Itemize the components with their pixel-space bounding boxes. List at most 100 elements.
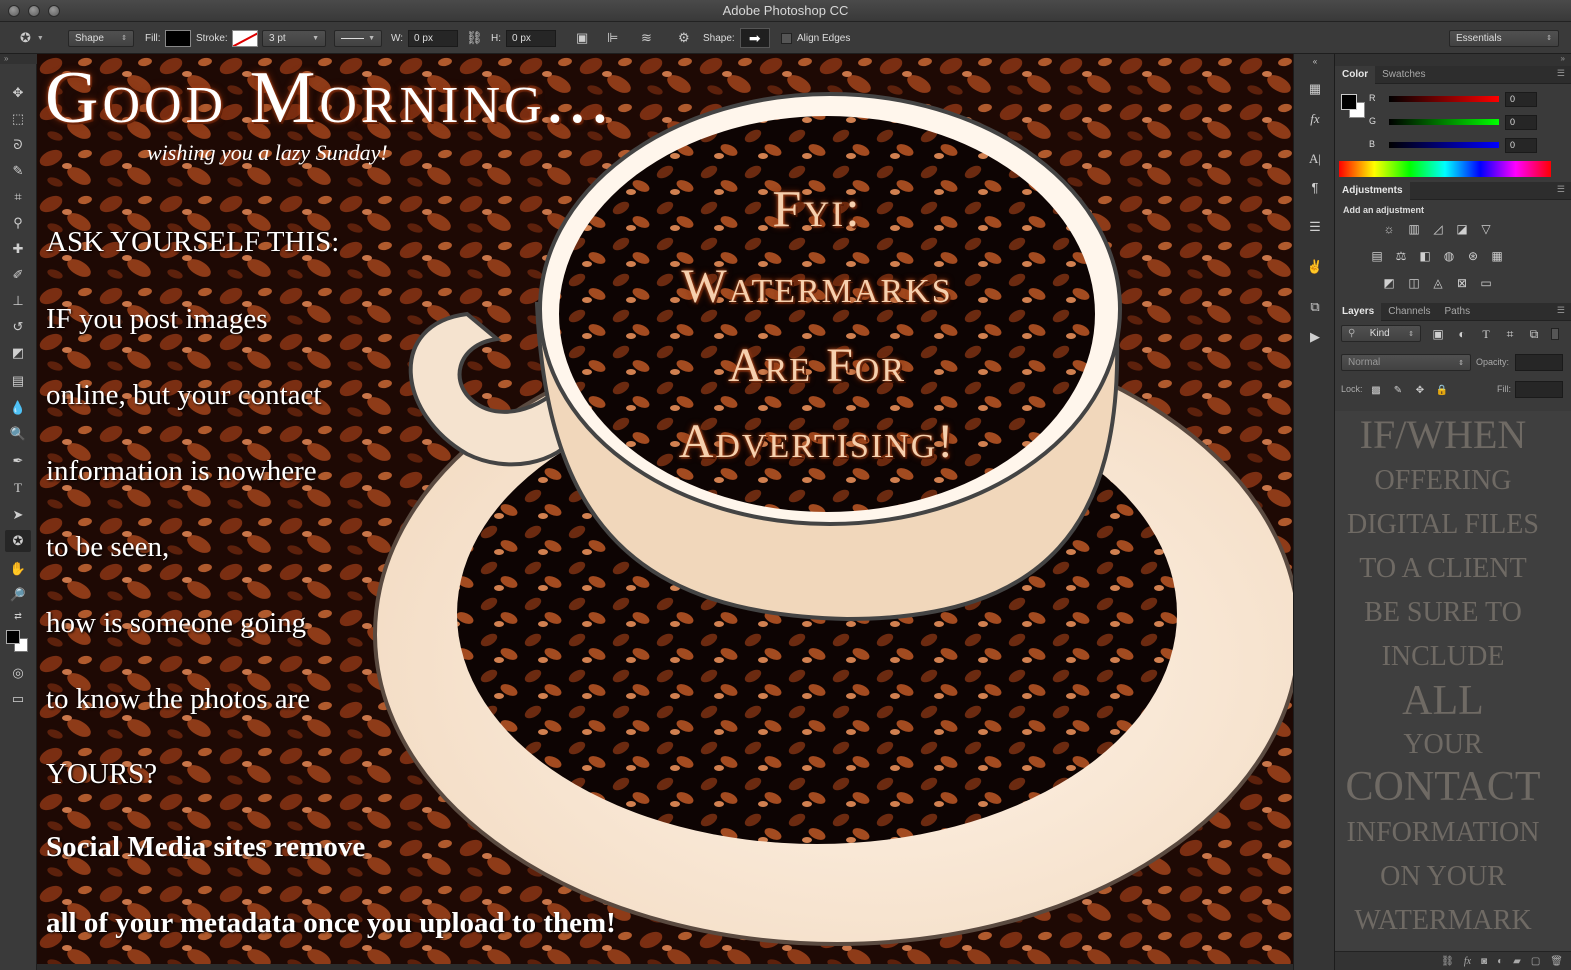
pen-tool-icon[interactable]: ✒ <box>5 450 31 472</box>
blend-mode-dropdown[interactable]: Normal ⇕ <box>1341 354 1471 371</box>
opacity-input[interactable] <box>1515 354 1563 371</box>
red-value-input[interactable]: 0 <box>1505 92 1537 107</box>
adjustment-layer-filter-icon[interactable]: ◐ <box>1453 326 1471 342</box>
custom-shape-tool-icon[interactable]: ✪ <box>5 530 31 552</box>
channel-mixer-icon[interactable]: ⊛ <box>1464 248 1482 264</box>
dodge-tool-icon[interactable]: 🔍 <box>5 423 31 445</box>
tab-color[interactable]: Color <box>1335 66 1376 84</box>
eyedropper-tool-icon[interactable]: ⚲ <box>5 212 31 234</box>
tab-layers[interactable]: Layers <box>1335 303 1382 321</box>
stroke-type-dropdown[interactable]: ▼ <box>334 29 382 47</box>
black-white-icon[interactable]: ◧ <box>1416 248 1434 264</box>
panel-menu-icon[interactable]: ☰ <box>1557 305 1565 316</box>
tool-mode-dropdown[interactable]: Shape ⇕ <box>68 29 134 47</box>
color-panel-swatches[interactable] <box>1341 94 1367 120</box>
move-tool-icon[interactable]: ✥ <box>5 82 31 104</box>
eraser-tool-icon[interactable]: ◩ <box>5 342 31 364</box>
screen-mode-icon[interactable]: ▭ <box>5 688 31 710</box>
hand-tool-icon[interactable]: ✋ <box>5 558 31 580</box>
tab-paths[interactable]: Paths <box>1438 303 1478 321</box>
red-slider[interactable] <box>1389 96 1499 102</box>
lock-position-icon[interactable]: ✥ <box>1411 382 1429 398</box>
fill-input[interactable] <box>1515 381 1563 398</box>
document-canvas[interactable]: Good Morning... wishing you a lazy Sunda… <box>37 54 1293 964</box>
group-folder-icon[interactable]: ▰ <box>1513 956 1521 967</box>
lock-transparent-pixels-icon[interactable]: ▩ <box>1367 382 1385 398</box>
shape-layer-filter-icon[interactable]: ⌗ <box>1501 326 1519 342</box>
brush-tool-icon[interactable]: ✐ <box>5 264 31 286</box>
gradient-map-icon[interactable]: ▭ <box>1477 275 1495 291</box>
color-lookup-icon[interactable]: ▦ <box>1488 248 1506 264</box>
tool-preset-picker[interactable]: ✪ ▼ <box>20 22 44 54</box>
layer-style-icon[interactable]: fx <box>1464 956 1471 967</box>
smart-object-filter-icon[interactable]: ⧉ <box>1525 326 1543 342</box>
lasso-tool-icon[interactable]: ᘐ <box>5 134 31 156</box>
type-layer-filter-icon[interactable]: T <box>1477 326 1495 342</box>
marquee-tool-icon[interactable]: ⬚ <box>5 108 31 130</box>
foreground-color-swatch[interactable] <box>1341 94 1357 110</box>
stroke-swatch[interactable] <box>231 29 258 47</box>
toolbar-collapse-toggle[interactable]: » <box>0 54 37 64</box>
pixel-layer-filter-icon[interactable]: ▣ <box>1429 326 1447 342</box>
hue-saturation-icon[interactable]: ▤ <box>1368 248 1386 264</box>
filter-toggle[interactable] <box>1551 328 1559 340</box>
color-balance-icon[interactable]: ⚖ <box>1392 248 1410 264</box>
quick-mask-icon[interactable]: ◎ <box>5 662 31 684</box>
green-value-input[interactable]: 0 <box>1505 115 1537 130</box>
brightness-contrast-icon[interactable]: ☼ <box>1380 221 1398 237</box>
actions-panel-icon[interactable]: ▶ <box>1305 328 1325 346</box>
link-layers-icon[interactable]: ⛓ <box>1441 956 1454 967</box>
blue-value-input[interactable]: 0 <box>1505 138 1537 153</box>
history-panel-icon[interactable]: ▦ <box>1305 80 1325 98</box>
layer-filter-dropdown[interactable]: ⚲ Kind ⇕ <box>1341 325 1421 342</box>
panel-menu-icon[interactable]: ☰ <box>1557 184 1565 195</box>
zoom-tool-icon[interactable]: 🔎 <box>5 584 31 606</box>
quick-selection-tool-icon[interactable]: ✎ <box>5 160 31 182</box>
levels-icon[interactable]: ▥ <box>1405 221 1423 237</box>
character-panel-icon[interactable]: A| <box>1305 150 1325 168</box>
gear-icon[interactable]: ⚙ <box>678 30 690 46</box>
blur-tool-icon[interactable]: 💧 <box>5 397 31 419</box>
type-tool-icon[interactable]: T <box>5 477 31 499</box>
tab-adjustments[interactable]: Adjustments <box>1335 182 1410 200</box>
collapse-panels-toggle[interactable]: » <box>1335 54 1571 66</box>
history-brush-tool-icon[interactable]: ↺ <box>5 316 31 338</box>
height-input[interactable]: 0 px <box>506 29 556 47</box>
threshold-icon[interactable]: ◬ <box>1429 275 1447 291</box>
path-alignment-icon[interactable]: ⊫ <box>607 30 618 46</box>
properties-panel-icon[interactable]: ☰ <box>1305 218 1325 236</box>
workspace-dropdown[interactable]: Essentials ⇕ <box>1449 29 1559 47</box>
fill-swatch[interactable] <box>164 29 191 47</box>
adjustment-layer-icon[interactable]: ◐ <box>1497 956 1503 967</box>
selective-color-icon[interactable]: ⊠ <box>1453 275 1471 291</box>
link-icon[interactable]: ⛓ <box>466 30 483 46</box>
lock-all-icon[interactable]: 🔒 <box>1433 382 1451 398</box>
width-input[interactable]: 0 px <box>408 29 459 47</box>
clone-stamp-tool-icon[interactable]: ⊥ <box>5 290 31 312</box>
align-edges-checkbox[interactable] <box>781 32 792 44</box>
path-arrangement-icon[interactable]: ≋ <box>641 30 652 46</box>
new-layer-icon[interactable]: ▢ <box>1531 956 1540 967</box>
healing-brush-tool-icon[interactable]: ✚ <box>5 238 31 260</box>
trash-icon[interactable]: 🗑 <box>1550 956 1563 967</box>
shape-picker[interactable]: ➡ <box>739 28 770 48</box>
panel-menu-icon[interactable]: ☰ <box>1557 68 1565 79</box>
paragraph-panel-icon[interactable]: ¶ <box>1305 178 1325 196</box>
vibrance-icon[interactable]: ▽ <box>1477 221 1495 237</box>
styles-panel-icon[interactable]: fx <box>1305 110 1325 128</box>
blue-slider[interactable] <box>1389 142 1499 148</box>
stroke-width-dropdown[interactable]: 3 pt ▼ <box>262 29 326 47</box>
foreground-color-swatch[interactable] <box>6 630 20 644</box>
foreground-background-colors[interactable] <box>6 630 32 656</box>
invert-icon[interactable]: ◩ <box>1380 275 1398 291</box>
curves-icon[interactable]: ◿ <box>1429 221 1447 237</box>
crop-tool-icon[interactable]: ⌗ <box>5 186 31 208</box>
layer-mask-icon[interactable]: ◙ <box>1481 956 1487 967</box>
exposure-icon[interactable]: ◪ <box>1453 221 1471 237</box>
green-slider[interactable] <box>1389 119 1499 125</box>
color-spectrum-ramp[interactable] <box>1339 161 1551 177</box>
path-selection-tool-icon[interactable]: ➤ <box>5 504 31 526</box>
clone-source-panel-icon[interactable]: ⧉ <box>1305 298 1325 316</box>
brush-presets-panel-icon[interactable]: ✌ <box>1305 258 1325 276</box>
gradient-tool-icon[interactable]: ▤ <box>5 370 31 392</box>
